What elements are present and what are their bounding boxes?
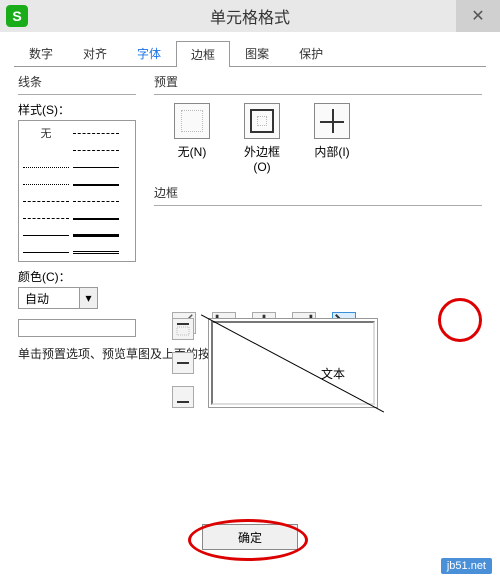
- annotation-circle-ok: [188, 519, 308, 561]
- tab-strip: 数字 对齐 字体 边框 图案 保护: [14, 40, 486, 67]
- watermark: jb51.net: [441, 558, 492, 574]
- preset-group-label: 预置: [154, 71, 482, 92]
- diagonal-line-icon: [201, 314, 384, 412]
- preset-none-label: 无(N): [168, 143, 216, 160]
- style-med2[interactable]: [73, 218, 119, 220]
- sample-text: 文本: [321, 365, 345, 382]
- color-preview: [18, 319, 136, 337]
- color-dropdown-icon[interactable]: ▾: [80, 287, 98, 309]
- tab-protect[interactable]: 保护: [284, 40, 338, 66]
- style-label: 样式(S)：: [18, 101, 136, 118]
- border-bottom-button[interactable]: [172, 386, 194, 408]
- content-area: 线条 样式(S)： 无 颜色(C)： 自动 ▾ 预置 无(N): [0, 67, 500, 337]
- border-top-button[interactable]: [172, 318, 194, 340]
- preset-outer[interactable]: 外边框(O): [238, 103, 286, 174]
- tab-pattern[interactable]: 图案: [230, 40, 284, 66]
- annotation-circle-diag: [438, 298, 482, 342]
- tab-border[interactable]: 边框: [176, 41, 230, 67]
- style-none[interactable]: 无: [23, 127, 69, 141]
- style-double[interactable]: [73, 251, 119, 254]
- line-group: 线条 样式(S)： 无 颜色(C)： 自动 ▾: [18, 71, 136, 337]
- preset-outer-label: 外边框(O): [238, 143, 286, 174]
- preset-none[interactable]: 无(N): [168, 103, 216, 174]
- preset-inner-label: 内部(I): [308, 143, 356, 160]
- style-dash[interactable]: [73, 133, 119, 134]
- style-meddash[interactable]: [73, 201, 119, 202]
- border-preview[interactable]: 文本: [208, 318, 378, 408]
- border-mid-h-button[interactable]: [172, 352, 194, 374]
- close-button[interactable]: ✕: [456, 0, 500, 32]
- border-edit-area: 文本: [154, 312, 482, 334]
- tab-number[interactable]: 数字: [14, 40, 68, 66]
- line-group-label: 线条: [18, 71, 136, 92]
- color-label: 颜色(C)：: [18, 268, 136, 285]
- border-group-label: 边框: [154, 182, 482, 203]
- style-med[interactable]: [73, 184, 119, 186]
- style-dot[interactable]: [23, 167, 69, 168]
- style-thin2[interactable]: [23, 235, 69, 236]
- preset-outer-icon: [244, 103, 280, 139]
- style-thin3[interactable]: [23, 252, 69, 253]
- style-thin[interactable]: [73, 167, 119, 168]
- preset-row: 无(N) 外边框(O) 内部(I): [154, 103, 482, 174]
- preset-inner-icon: [314, 103, 350, 139]
- color-value: 自动: [18, 287, 80, 309]
- style-dash3[interactable]: [23, 218, 69, 219]
- titlebar: S 单元格格式 ✕: [0, 0, 500, 32]
- preset-none-icon: [174, 103, 210, 139]
- line-style-list[interactable]: 无: [18, 120, 136, 262]
- style-dash2[interactable]: [23, 201, 69, 202]
- tab-align[interactable]: 对齐: [68, 40, 122, 66]
- color-combo[interactable]: 自动 ▾: [18, 287, 136, 309]
- app-icon: S: [6, 5, 28, 27]
- preset-inner[interactable]: 内部(I): [308, 103, 356, 174]
- style-dot2[interactable]: [23, 184, 69, 185]
- dialog-title: 单元格格式: [210, 4, 290, 28]
- style-thick[interactable]: [73, 234, 119, 237]
- tab-font[interactable]: 字体: [122, 40, 176, 66]
- style-dashdot[interactable]: [73, 150, 119, 151]
